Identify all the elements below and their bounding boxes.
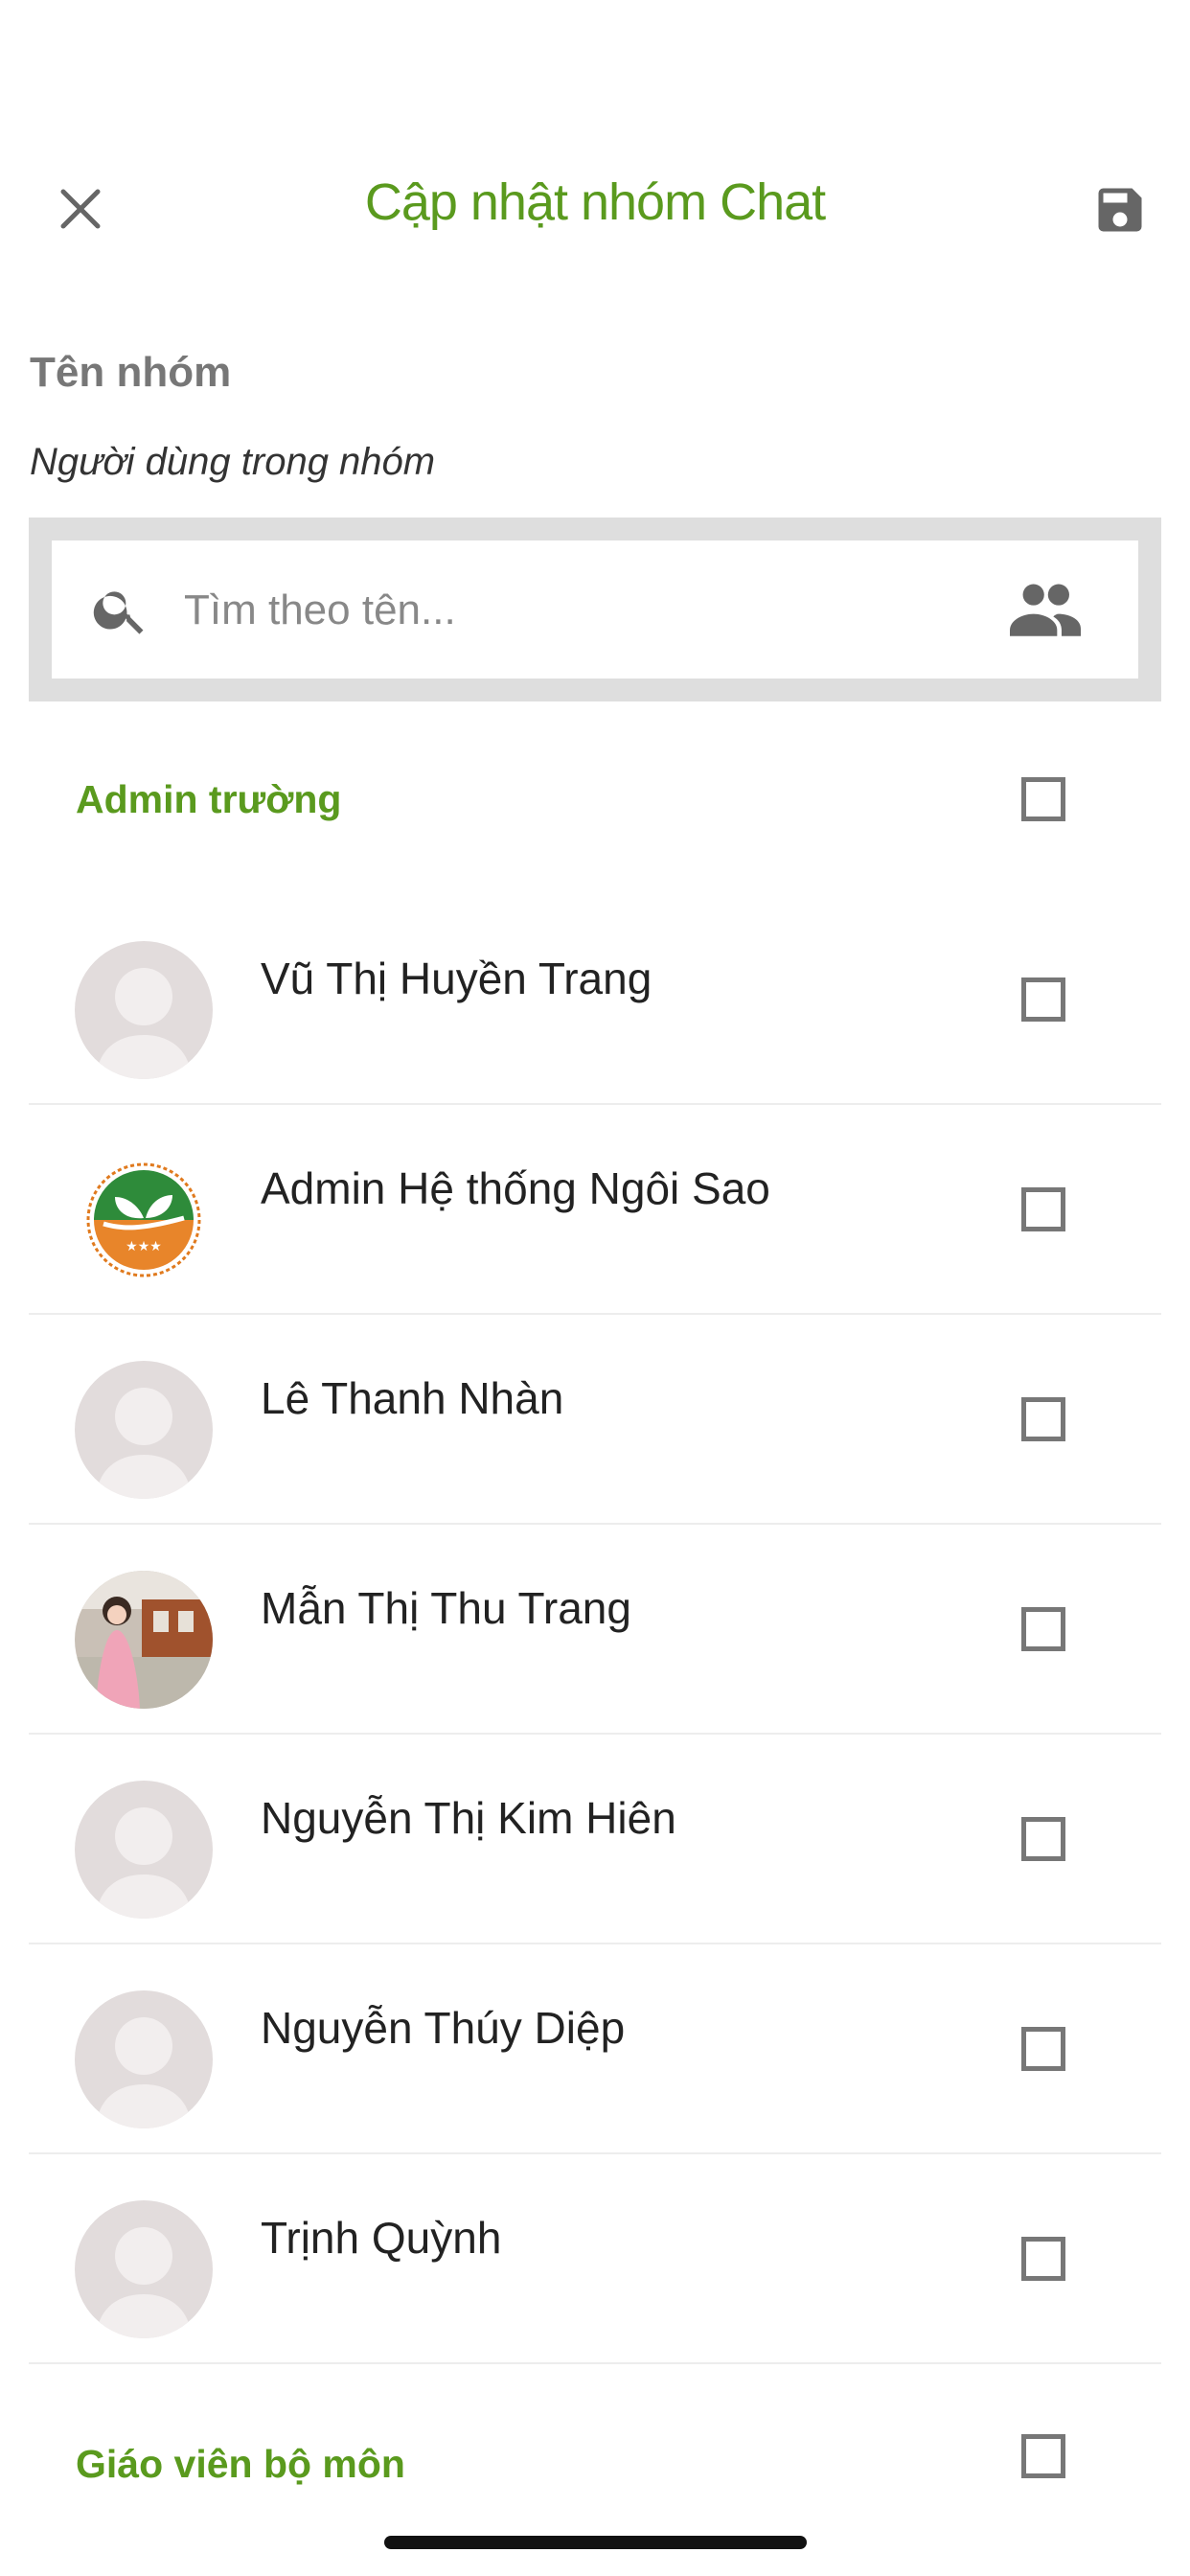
user-name: Vũ Thị Huyền Trang xyxy=(261,954,652,1003)
user-name: Admin Hệ thống Ngôi Sao xyxy=(261,1163,770,1213)
default-avatar xyxy=(75,941,213,1079)
default-avatar xyxy=(75,2200,213,2338)
user-checkbox[interactable] xyxy=(1021,978,1065,1022)
user-checkbox[interactable] xyxy=(1021,2237,1065,2281)
section-title: Giáo viên bộ môn xyxy=(76,2442,405,2486)
user-checkbox[interactable] xyxy=(1021,1187,1065,1231)
user-name: Trịnh Quỳnh xyxy=(261,2213,502,2263)
list-item[interactable]: Nguyễn Thúy Diệp xyxy=(29,1944,1161,2154)
user-name: Nguyễn Thị Kim Hiên xyxy=(261,1793,676,1843)
section-header-admin: Admin trường xyxy=(0,748,1190,854)
svg-text:★★★: ★★★ xyxy=(126,1239,162,1254)
section-checkbox[interactable] xyxy=(1021,777,1065,821)
list-item[interactable]: Lê Thanh Nhàn xyxy=(29,1315,1161,1525)
list-item[interactable]: Trịnh Quỳnh xyxy=(29,2154,1161,2364)
list-item[interactable]: ★★★ Admin Hệ thống Ngôi Sao xyxy=(29,1105,1161,1315)
user-checkbox[interactable] xyxy=(1021,1397,1065,1441)
user-name: Nguyễn Thúy Diệp xyxy=(261,2003,626,2053)
search-icon xyxy=(93,591,144,634)
section-title: Admin trường xyxy=(76,777,342,821)
default-avatar xyxy=(75,1990,213,2128)
school-logo-avatar: ★★★ xyxy=(75,1151,213,1289)
default-avatar xyxy=(75,1361,213,1499)
page-title: Cập nhật nhóm Chat xyxy=(364,173,826,231)
list-item[interactable]: Mẫn Thị Thu Trang xyxy=(29,1525,1161,1735)
user-checkbox[interactable] xyxy=(1021,1817,1065,1861)
user-name: Lê Thanh Nhàn xyxy=(261,1373,564,1423)
user-checkbox[interactable] xyxy=(1021,1607,1065,1651)
list-item[interactable]: Nguyễn Thị Kim Hiên xyxy=(29,1735,1161,1944)
default-avatar xyxy=(75,1781,213,1919)
user-name: Mẫn Thị Thu Trang xyxy=(261,1583,631,1633)
section-checkbox[interactable] xyxy=(1021,2434,1065,2478)
group-name-label: Tên nhóm xyxy=(30,349,232,396)
list-item[interactable]: Vũ Thị Huyền Trang xyxy=(29,895,1161,1105)
search-input[interactable] xyxy=(182,560,1010,661)
users-in-group-label: Người dùng trong nhóm xyxy=(30,441,436,483)
search-box xyxy=(52,540,1138,678)
section-header-subject-teachers: Giáo viên bộ môn xyxy=(0,2413,1190,2518)
user-checkbox[interactable] xyxy=(1021,2027,1065,2071)
photo-avatar xyxy=(75,1571,213,1709)
home-indicator xyxy=(384,2536,807,2549)
header: Cập nhật nhóm Chat xyxy=(0,144,1190,268)
people-icon[interactable] xyxy=(1010,579,1081,640)
save-button[interactable] xyxy=(1087,176,1154,243)
floppy-disk-icon xyxy=(1098,188,1142,232)
search-bar-container xyxy=(29,518,1161,702)
